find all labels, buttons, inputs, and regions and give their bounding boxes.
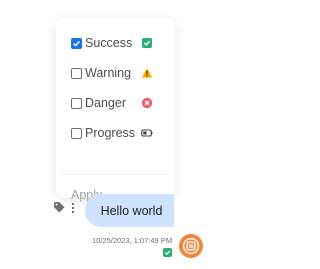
message-bubble[interactable]: Hello world xyxy=(85,194,174,227)
warning-checkbox[interactable] xyxy=(71,67,82,79)
status-filter-dropdown: Success Warning Danger Progress Apply xyxy=(56,18,175,202)
filter-option-danger[interactable]: Danger xyxy=(71,94,165,112)
warning-triangle-icon xyxy=(141,68,153,78)
danger-checkbox[interactable] xyxy=(71,97,82,109)
filter-option-label: Danger xyxy=(85,96,126,110)
filter-option-progress[interactable]: Progress xyxy=(71,124,165,142)
message-timestamp: 10/25/2023, 1:07:49 PM xyxy=(92,236,173,245)
filter-option-success[interactable]: Success xyxy=(71,34,165,52)
message-text: Hello world xyxy=(100,203,163,218)
filter-option-warning[interactable]: Warning xyxy=(71,64,165,82)
filter-option-label: Progress xyxy=(85,126,136,140)
tag-icon[interactable] xyxy=(53,201,65,213)
filter-option-label: Warning xyxy=(85,66,132,80)
progress-checkbox[interactable] xyxy=(71,127,82,139)
bot-avatar-icon[interactable] xyxy=(179,234,203,258)
success-checkbox[interactable] xyxy=(71,37,82,49)
progress-battery-icon xyxy=(141,129,153,137)
message-status-success-icon xyxy=(163,248,172,257)
more-options-icon[interactable] xyxy=(71,202,75,214)
danger-x-icon xyxy=(141,97,153,109)
filter-option-label: Success xyxy=(85,36,133,50)
divider xyxy=(62,174,169,175)
success-check-icon xyxy=(142,38,152,48)
